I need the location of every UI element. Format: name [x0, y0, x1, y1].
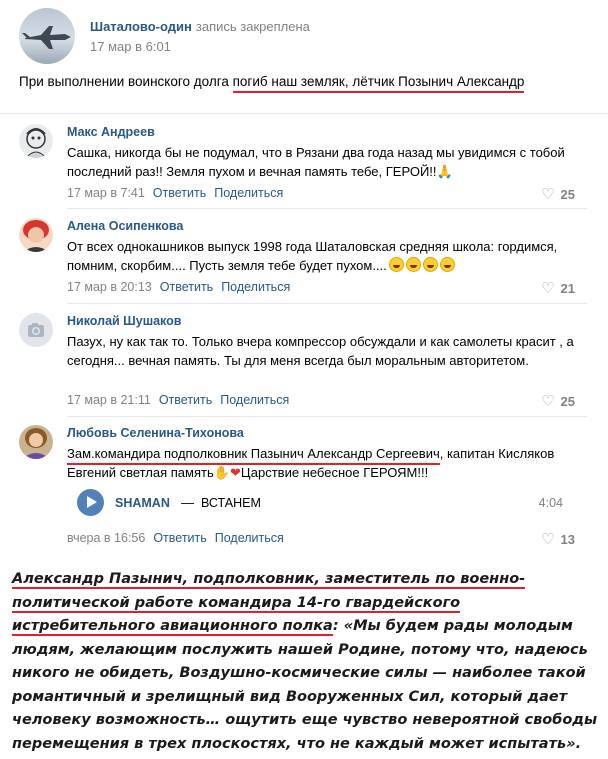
- camera-placeholder-icon: [28, 323, 44, 337]
- grin-emoji-icon: [405, 257, 421, 272]
- comment-author[interactable]: Алена Осипенкова: [67, 219, 183, 233]
- comment-text: От всех однокашников выпуск 1998 года Ша…: [67, 237, 587, 275]
- heart-icon: ♡: [541, 185, 555, 203]
- comment-text-end: Царствие небесное ГЕРОЯМ!!!: [240, 465, 429, 480]
- like-button[interactable]: ♡ 13: [541, 530, 575, 548]
- comment-meta: 17 мар в 21:11 Ответить Поделиться: [67, 393, 297, 407]
- share-link[interactable]: Поделиться: [215, 531, 284, 545]
- comment-meta: вчера в 16:56 Ответить Поделиться: [67, 531, 292, 545]
- article-quote: Александр Пазынич, подполковник, замести…: [12, 568, 602, 756]
- jet-fighter-icon: [22, 26, 71, 49]
- audio-title: ВСТАНЕМ: [201, 496, 261, 510]
- comment-avatar[interactable]: [19, 425, 53, 459]
- reply-link[interactable]: Ответить: [153, 531, 206, 545]
- comment-avatar[interactable]: [19, 313, 53, 347]
- share-link[interactable]: Поделиться: [221, 280, 290, 294]
- like-button[interactable]: ♡ 25: [541, 185, 575, 203]
- comment-author[interactable]: Николай Шушаков: [67, 314, 181, 328]
- heart-icon: ♡: [541, 530, 555, 548]
- woman-avatar-icon: [23, 220, 49, 252]
- comment: Алена Осипенкова От всех однокашников вы…: [0, 218, 608, 306]
- comment-meta: 17 мар в 20:13 Ответить Поделиться: [67, 280, 298, 294]
- share-link[interactable]: Поделиться: [214, 186, 283, 200]
- comment: Николай Шушаков Пазух, ну как так то. То…: [0, 313, 608, 413]
- broken-heart-emoji-icon: ❤: [229, 466, 241, 481]
- post-text-highlight: погиб наш земляк, лётчик Позынич Алексан…: [232, 74, 525, 93]
- comment-date[interactable]: 17 мар в 21:11: [67, 393, 151, 407]
- comment-date[interactable]: 17 мар в 20:13: [67, 280, 152, 294]
- comment: Любовь Селенина-Тихонова Зам.командира п…: [0, 425, 608, 550]
- grin-emoji-icon: [388, 257, 404, 272]
- share-link[interactable]: Поделиться: [220, 393, 289, 407]
- comment: Макс Андреев Сашка, никогда бы не подума…: [0, 124, 608, 212]
- comment-text-body: Сашка, никогда бы не подумал, что в Ряза…: [67, 145, 565, 179]
- pray-emoji-icon: ✋: [213, 466, 230, 481]
- comment-text: Зам.командира подполковник Пазынич Алекс…: [67, 444, 587, 483]
- like-button[interactable]: ♡ 25: [541, 392, 575, 410]
- comment-author[interactable]: Любовь Селенина-Тихонова: [67, 426, 244, 440]
- post-header: Шаталово-один запись закреплена 17 мар в …: [19, 8, 599, 64]
- pray-emoji-icon: 🙏: [436, 165, 453, 180]
- heart-icon: ♡: [541, 279, 555, 297]
- grin-emoji-icon: [422, 257, 438, 272]
- like-button[interactable]: ♡ 21: [541, 279, 575, 297]
- divider: [67, 303, 587, 304]
- like-count: 21: [560, 281, 575, 296]
- audio-duration: 4:04: [538, 496, 563, 510]
- post-author-name[interactable]: Шаталово-один: [90, 19, 192, 34]
- heart-icon: ♡: [541, 392, 555, 410]
- play-icon[interactable]: [77, 489, 104, 516]
- reply-link[interactable]: Ответить: [159, 393, 212, 407]
- comment-text: Пазух, ну как так то. Только вчера компр…: [67, 334, 574, 368]
- comment-author[interactable]: Макс Андреев: [67, 125, 155, 139]
- comment-date[interactable]: вчера в 16:56: [67, 531, 145, 545]
- community-avatar[interactable]: [19, 8, 75, 64]
- comment-avatar[interactable]: [19, 124, 53, 158]
- article-text: : «Мы будем рады молодым людям, желающим…: [12, 618, 598, 752]
- post-date[interactable]: 17 мар в 6:01: [90, 39, 171, 54]
- like-count: 25: [560, 394, 575, 409]
- grin-emoji-icon: [439, 257, 455, 272]
- vk-post: Шаталово-один запись закреплена 17 мар в …: [0, 0, 608, 556]
- like-count: 13: [560, 532, 575, 547]
- divider: [67, 208, 587, 209]
- divider: [67, 416, 587, 417]
- post-text: При выполнении воинского долга погиб наш…: [19, 74, 525, 93]
- comment-avatar[interactable]: [19, 218, 53, 252]
- audio-artist[interactable]: SHAMAN: [115, 496, 170, 510]
- reply-link[interactable]: Ответить: [153, 186, 206, 200]
- like-count: 25: [560, 187, 575, 202]
- comment-text-body: От всех однокашников выпуск 1998 года Ша…: [67, 239, 558, 273]
- post-author-line: Шаталово-один запись закреплена: [90, 19, 310, 34]
- comment-text: Сашка, никогда бы не подумал, что в Ряза…: [67, 143, 587, 182]
- comment-text-highlight: Зам.командира подполковник Пазынич Алекс…: [67, 446, 440, 465]
- reply-link[interactable]: Ответить: [160, 280, 213, 294]
- pinned-note: запись закреплена: [195, 19, 310, 34]
- comment-meta: 17 мар в 7:41 Ответить Поделиться: [67, 186, 291, 200]
- post-text-prefix: При выполнении воинского долга: [19, 74, 233, 89]
- comment-date[interactable]: 17 мар в 7:41: [67, 186, 145, 200]
- audio-separator: —: [181, 495, 194, 510]
- divider: [0, 113, 608, 114]
- drawing-avatar-icon: [25, 128, 47, 158]
- audio-attachment[interactable]: SHAMAN — ВСТАНЕМ 4:04: [77, 489, 567, 519]
- woman-avatar-icon: [22, 428, 50, 459]
